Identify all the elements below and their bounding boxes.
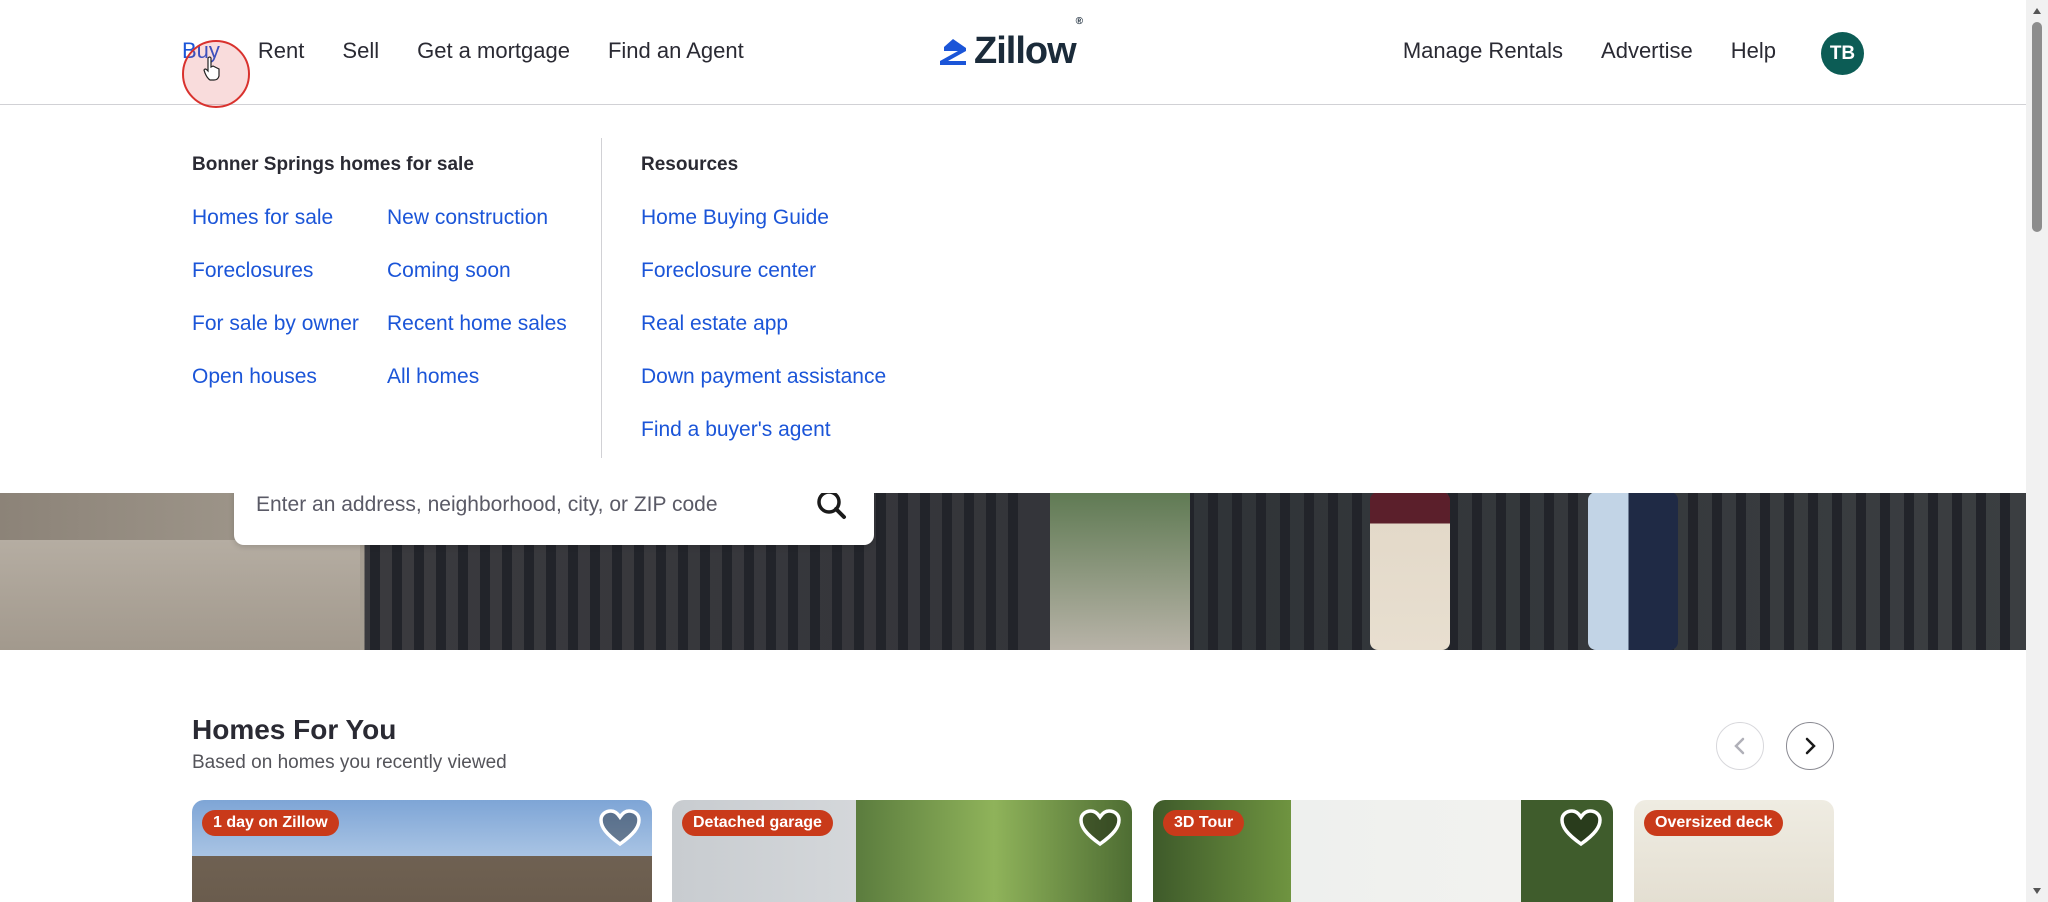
home-card-badge: Detached garage: [682, 810, 833, 836]
nav-find-an-agent[interactable]: Find an Agent: [608, 38, 744, 64]
primary-nav: Buy Rent Sell Get a mortgage Find an Age…: [182, 38, 744, 64]
hero-walkway: [0, 540, 360, 650]
menu-link-foreclosures[interactable]: Foreclosures: [192, 259, 313, 283]
home-card[interactable]: Detached garage: [672, 800, 1132, 902]
nav-rent[interactable]: Rent: [258, 38, 304, 64]
carousel-prev-button[interactable]: [1716, 722, 1764, 770]
homes-for-you-subtitle: Based on homes you recently viewed: [192, 752, 507, 773]
top-navigation: Buy Rent Sell Get a mortgage Find an Age…: [0, 0, 2026, 105]
chevron-left-icon: [1734, 737, 1745, 755]
menu-link-all-homes[interactable]: All homes: [387, 365, 479, 389]
carousel-next-button[interactable]: [1786, 722, 1834, 770]
nav-sell[interactable]: Sell: [342, 38, 379, 64]
menu-divider: [601, 138, 602, 458]
home-card-badge: Oversized deck: [1644, 810, 1784, 836]
menu-link-coming-soon[interactable]: Coming soon: [387, 259, 511, 283]
menu-link-home-buying-guide[interactable]: Home Buying Guide: [641, 206, 829, 230]
chevron-right-icon: [1805, 737, 1816, 755]
menu-heading-homes-for-sale: Bonner Springs homes for sale: [192, 154, 474, 175]
hand-cursor-icon: [203, 56, 220, 81]
heart-icon[interactable]: [1559, 808, 1603, 848]
hero-path: [1050, 492, 1190, 650]
nav-help[interactable]: Help: [1731, 38, 1776, 64]
home-card-badge: 3D Tour: [1163, 810, 1245, 836]
nav-advertise[interactable]: Advertise: [1601, 38, 1693, 64]
buy-dropdown-menu: Bonner Springs homes for sale Homes for …: [0, 106, 2026, 493]
homes-for-you-heading: Homes For You: [192, 714, 397, 745]
menu-link-new-construction[interactable]: New construction: [387, 206, 548, 230]
page-scrollbar[interactable]: [2026, 0, 2048, 902]
home-card[interactable]: Oversized deck: [1634, 800, 1834, 902]
hero-person-1: [1370, 492, 1450, 650]
menu-link-open-houses[interactable]: Open houses: [192, 365, 317, 389]
menu-link-real-estate-app[interactable]: Real estate app: [641, 312, 788, 336]
hero-person-2: [1588, 492, 1678, 650]
nav-get-a-mortgage[interactable]: Get a mortgage: [417, 38, 570, 64]
menu-link-homes-for-sale[interactable]: Homes for sale: [192, 206, 333, 230]
home-card[interactable]: 1 day on Zillow: [192, 800, 652, 902]
menu-link-foreclosure-center[interactable]: Foreclosure center: [641, 259, 816, 283]
nav-manage-rentals[interactable]: Manage Rentals: [1403, 38, 1563, 64]
user-avatar[interactable]: TB: [1821, 32, 1864, 75]
heart-icon[interactable]: [598, 808, 642, 848]
menu-link-recent-home-sales[interactable]: Recent home sales: [387, 312, 567, 336]
zillow-logo[interactable]: Zillow®: [938, 16, 1083, 73]
logo-text: Zillow®: [974, 16, 1083, 72]
scroll-down-arrow-icon[interactable]: [2032, 886, 2042, 896]
menu-heading-resources: Resources: [641, 154, 739, 175]
menu-link-find-a-buyers-agent[interactable]: Find a buyer's agent: [641, 418, 831, 442]
menu-link-down-payment-assistance[interactable]: Down payment assistance: [641, 365, 886, 389]
scrollbar-thumb[interactable]: [2032, 22, 2042, 232]
secondary-nav: Manage Rentals Advertise Help TB: [1403, 32, 1864, 75]
zillow-logo-icon: [940, 38, 966, 65]
heart-icon[interactable]: [1078, 808, 1122, 848]
home-card[interactable]: 3D Tour: [1153, 800, 1613, 902]
menu-link-for-sale-by-owner[interactable]: For sale by owner: [192, 312, 359, 336]
scroll-up-arrow-icon[interactable]: [2032, 6, 2042, 16]
home-card-badge: 1 day on Zillow: [202, 810, 339, 836]
